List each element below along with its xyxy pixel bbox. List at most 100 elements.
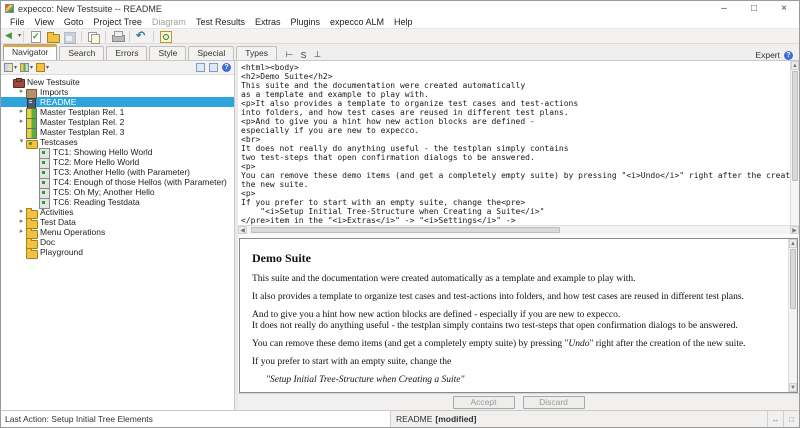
tree-item-readme[interactable]: README: [1, 97, 234, 107]
expander-collapsed-icon[interactable]: ▸: [17, 217, 26, 227]
tree-item-label: TC2: More Hello World: [53, 157, 139, 167]
close-button[interactable]: ×: [769, 1, 799, 16]
subscript-button[interactable]: S: [299, 50, 308, 60]
tree-columns-menu-button[interactable]: ▾: [20, 63, 33, 72]
menu-help[interactable]: Help: [389, 16, 418, 29]
menu-test-results[interactable]: Test Results: [191, 16, 250, 29]
tab-navigator[interactable]: Navigator: [3, 44, 57, 60]
tree-item-label: Master Testplan Rel. 2: [40, 117, 124, 127]
menu-goto[interactable]: Goto: [59, 16, 89, 29]
tree-item-master-testplan-rel-1[interactable]: ▸Master Testplan Rel. 1: [1, 107, 234, 117]
tree-view-menu-button[interactable]: ▾: [4, 63, 17, 72]
discard-button[interactable]: Discard: [523, 396, 585, 409]
text-run: "Setup Initial Tree-Structure when Creat…: [266, 375, 464, 385]
tab-style[interactable]: Style: [149, 46, 186, 60]
scroll-up-icon[interactable]: ▲: [789, 239, 797, 248]
expander-expanded-icon[interactable]: ▾: [17, 137, 26, 147]
preview-paragraph: You can remove these demo items (and get…: [252, 339, 778, 350]
tree-item-label: TC4: Enough of those Hellos (with Parame…: [53, 177, 227, 187]
copy-button[interactable]: [86, 30, 101, 43]
scroll-left-icon[interactable]: ◀: [238, 226, 247, 234]
menu-view[interactable]: View: [30, 16, 59, 29]
html-source-editor[interactable]: <html><body><h2>Demo Suite</h2>This suit…: [238, 61, 790, 225]
tree-help-icon[interactable]: ?: [222, 63, 231, 72]
save-item-icon[interactable]: [209, 63, 218, 72]
undo-button[interactable]: [134, 30, 149, 43]
tab-types[interactable]: Types: [236, 46, 277, 60]
tree-item-label: Imports: [40, 87, 68, 97]
expander-collapsed-icon[interactable]: ▸: [17, 107, 26, 117]
tab-search[interactable]: Search: [59, 46, 104, 60]
expander-collapsed-icon[interactable]: ▸: [17, 117, 26, 127]
expander-collapsed-icon[interactable]: ▸: [17, 227, 26, 237]
scroll-up-icon[interactable]: ▲: [791, 61, 799, 70]
anchor-button[interactable]: ⊥: [313, 49, 322, 60]
frame-toggle-icon[interactable]: □: [783, 411, 799, 427]
source-line: the new suite.: [241, 180, 790, 189]
text-run: Undo: [568, 339, 589, 349]
open-icon: [45, 30, 60, 43]
history-button[interactable]: [158, 30, 173, 43]
resize-grip-icon[interactable]: ↔: [767, 411, 783, 427]
tab-errors[interactable]: Errors: [106, 46, 147, 60]
tree-item-master-testplan-rel-2[interactable]: ▸ Master Testplan Rel. 2: [1, 117, 234, 127]
scrollbar-thumb[interactable]: [251, 227, 560, 233]
back-button[interactable]: [4, 30, 19, 43]
tree-item-tc4-enough-of-those-hellos-with-parameter-[interactable]: TC4: Enough of those Hellos (with Parame…: [1, 177, 234, 187]
text-run: This suite and the documentation were cr…: [252, 274, 636, 284]
minimize-button[interactable]: –: [709, 1, 739, 16]
scrollbar-thumb[interactable]: [790, 249, 796, 309]
tree-item-label: Activities: [40, 207, 74, 217]
copy-icon: [86, 30, 101, 43]
scrollbar-thumb[interactable]: [792, 71, 798, 181]
expander-collapsed-icon[interactable]: ▸: [17, 87, 26, 97]
tree-item-master-testplan-rel-3[interactable]: Master Testplan Rel. 3: [1, 127, 234, 137]
accept-button[interactable]: Accept: [453, 396, 515, 409]
document-status: README [modified]: [391, 411, 767, 427]
menu-project-tree[interactable]: Project Tree: [88, 16, 147, 29]
preview-content: Demo SuiteThis suite and the documentati…: [240, 239, 788, 392]
tree-item-test-data[interactable]: ▸Test Data: [1, 217, 234, 227]
new-folder-menu-button[interactable]: ▾: [36, 63, 49, 72]
menu-expecco-alm[interactable]: expecco ALM: [325, 16, 389, 29]
tree-item-tc6-reading-testdata[interactable]: TC6: Reading Testdata: [1, 197, 234, 207]
menu-extras[interactable]: Extras: [250, 16, 286, 29]
menu-file[interactable]: File: [5, 16, 30, 29]
scroll-down-icon[interactable]: ▼: [789, 383, 797, 392]
tree-item-new-testsuite[interactable]: New Testsuite: [1, 77, 234, 87]
tree-item-tc3-another-hello-with-parameter-[interactable]: TC3: Another Hello (with Parameter): [1, 167, 234, 177]
tree-item-tc2-more-hello-world[interactable]: TC2: More Hello World: [1, 157, 234, 167]
app-icon: [5, 4, 14, 13]
source-line: <p>: [241, 189, 790, 198]
testcase-icon: [39, 158, 49, 167]
editor-horizontal-scrollbar[interactable]: ◀ ▶: [238, 225, 799, 234]
preview-vertical-scrollbar[interactable]: ▲ ▼: [788, 239, 797, 392]
tree-item-imports[interactable]: ▸ Imports: [1, 87, 234, 97]
tree-item-label: TC1: Showing Hello World: [53, 147, 153, 157]
open-button[interactable]: [45, 30, 60, 43]
new-suite-button[interactable]: [28, 30, 43, 43]
scroll-right-icon[interactable]: ▶: [790, 226, 799, 234]
maximize-button[interactable]: □: [739, 1, 769, 16]
navigator-panel: ▾ ▾ ▾ ? New Testsuite▸ImportsREADME▸Mast…: [1, 61, 235, 410]
testcase-icon: [39, 178, 49, 187]
help-icon[interactable]: ?: [784, 51, 793, 60]
tree-item-menu-operations[interactable]: ▸Menu Operations: [1, 227, 234, 237]
tree-item-activities[interactable]: ▸ Activities: [1, 207, 234, 217]
import-item-icon[interactable]: [196, 63, 205, 72]
chevron-down-icon: ▾: [14, 64, 17, 71]
tree-item-label: Testcases: [40, 137, 78, 147]
tree-item-testcases[interactable]: ▾ Testcases: [1, 137, 234, 147]
tab-special[interactable]: Special: [188, 46, 234, 60]
expander-collapsed-icon[interactable]: ▸: [17, 207, 26, 217]
tree-item-tc1-showing-hello-world[interactable]: TC1: Showing Hello World: [1, 147, 234, 157]
menu-plugins[interactable]: Plugins: [285, 16, 325, 29]
history-icon: [158, 30, 173, 43]
print-button[interactable]: [110, 30, 125, 43]
larger-font-button[interactable]: ⊢: [285, 49, 294, 60]
save-button: [62, 30, 77, 43]
tree-item-doc[interactable]: Doc: [1, 237, 234, 247]
editor-vertical-scrollbar[interactable]: ▲: [790, 61, 799, 225]
tree-item-playground[interactable]: Playground: [1, 247, 234, 257]
tree-item-tc5-oh-my-another-hello[interactable]: TC5: Oh My; Another Hello: [1, 187, 234, 197]
